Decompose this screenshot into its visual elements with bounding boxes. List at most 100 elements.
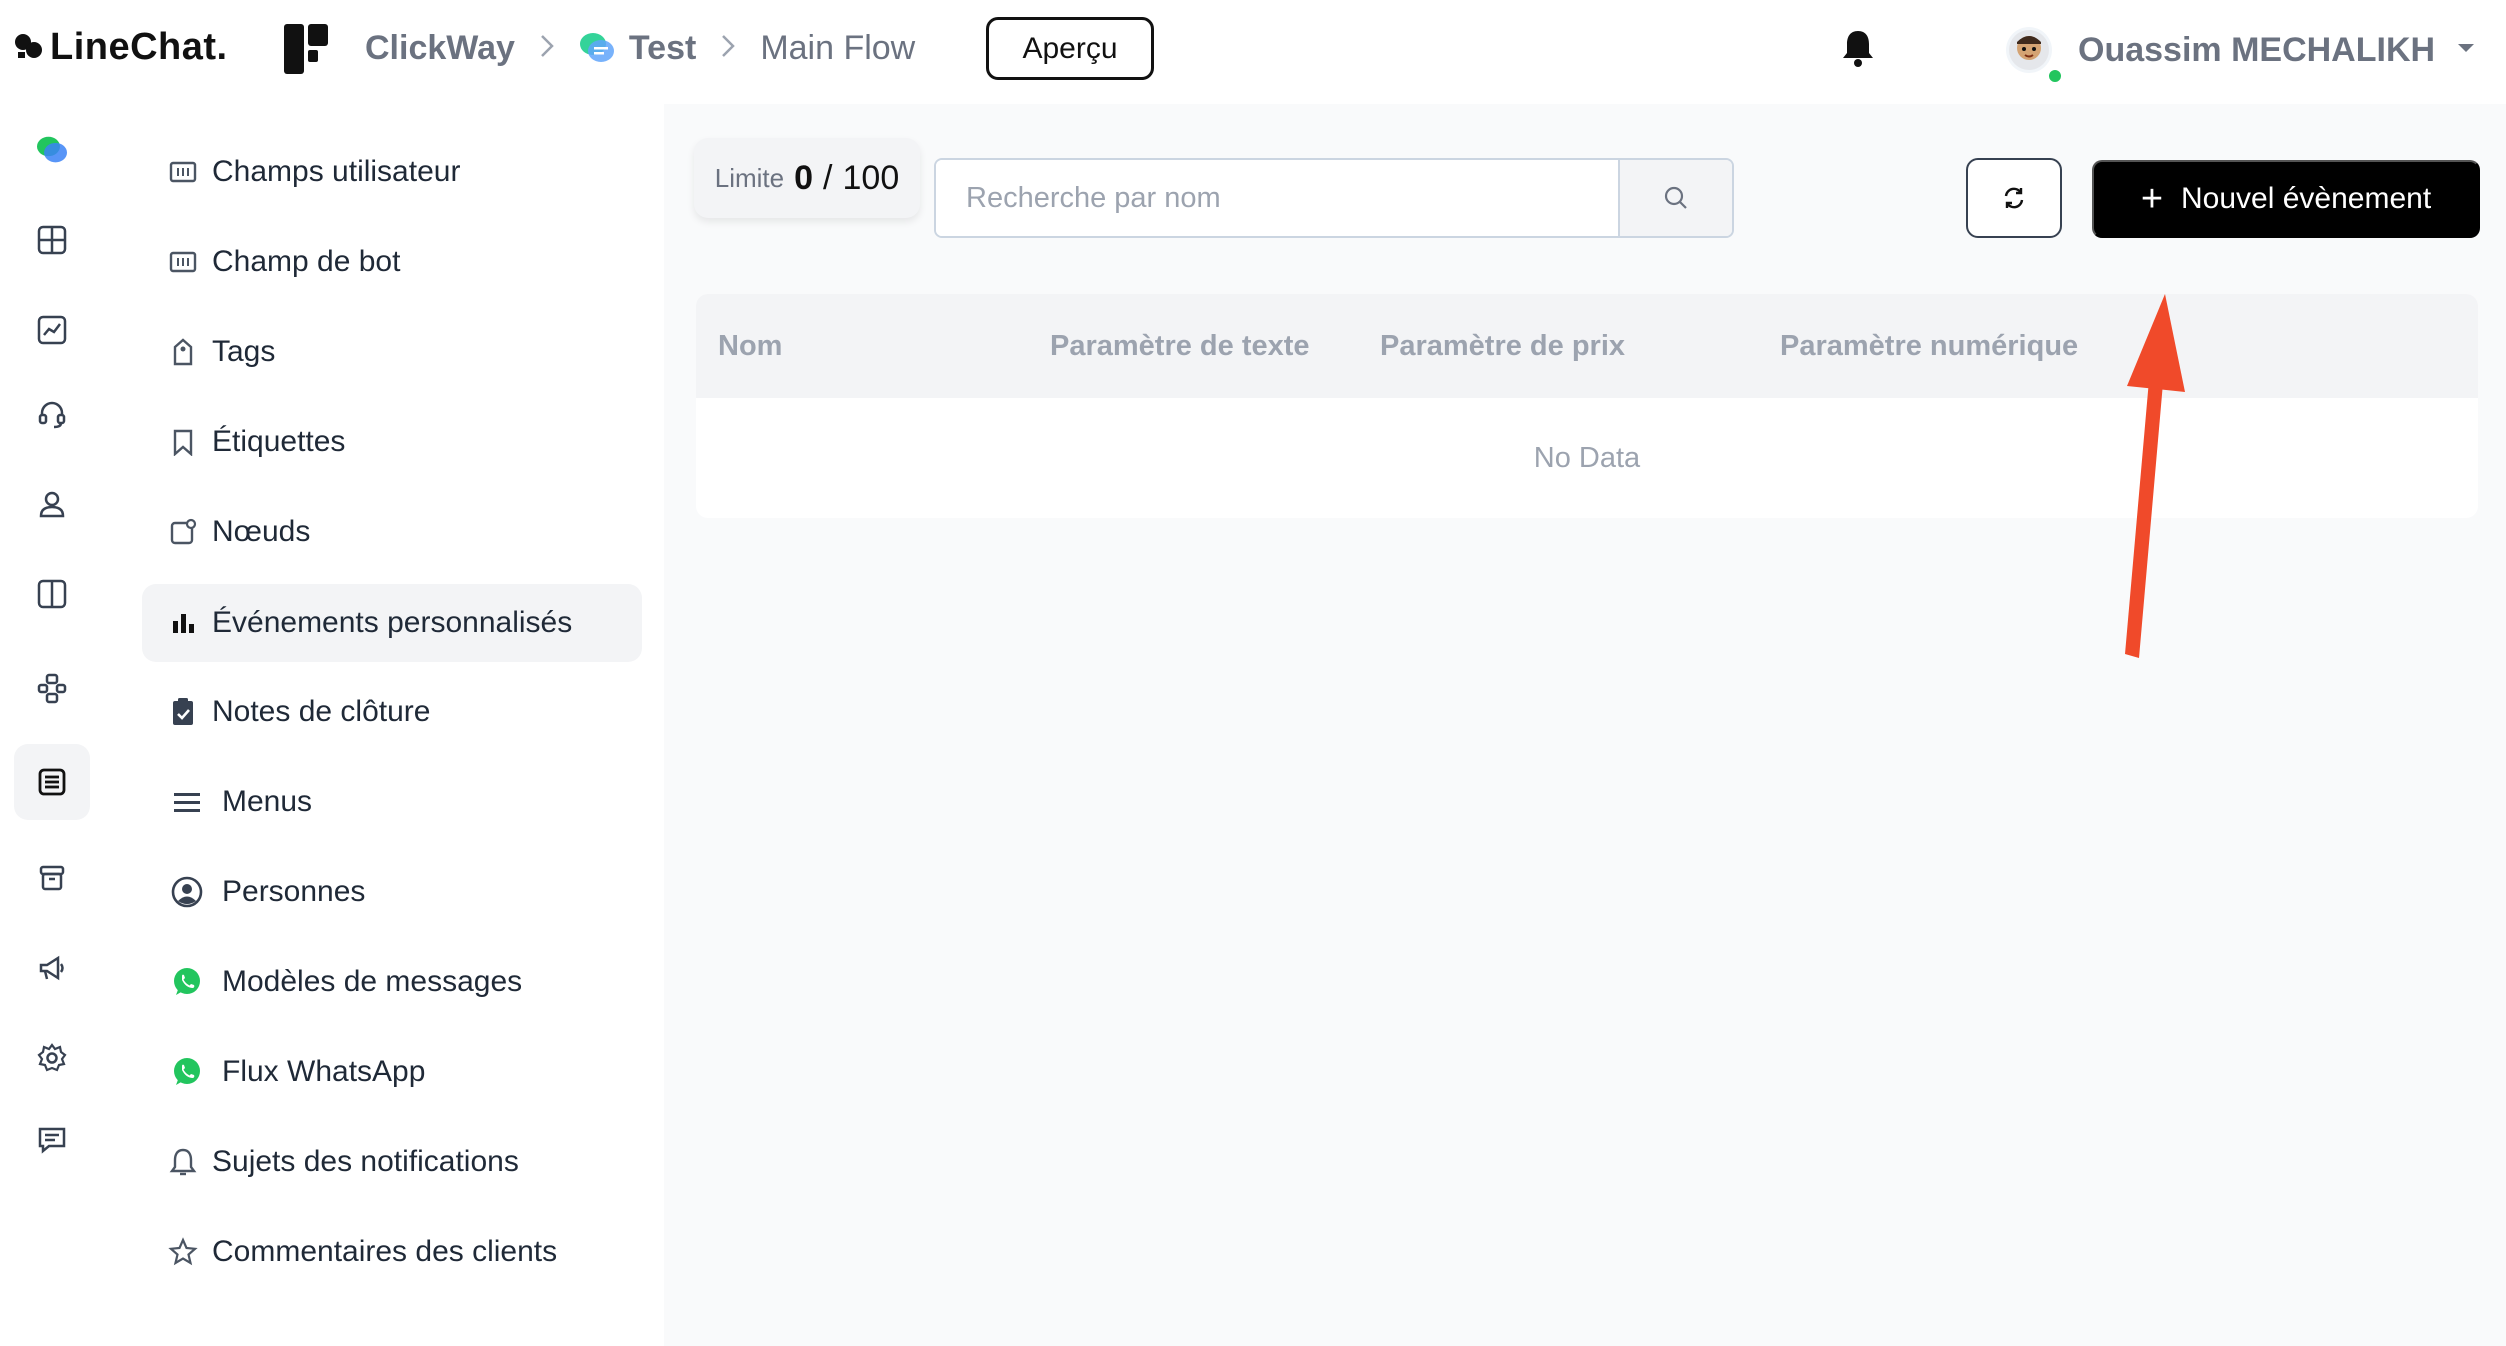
sidebar-item-label: Événements personnalisés: [212, 606, 573, 639]
main-content: Limite 0 / 100 + Nouvel évènement Nom Pa…: [664, 104, 2506, 1346]
sidebar-item-labels[interactable]: Étiquettes: [142, 403, 642, 481]
rail-analytics[interactable]: [14, 292, 90, 368]
dashboard-grid-icon: [37, 225, 67, 255]
sidebar-item-notification-topics[interactable]: Sujets des notifications: [142, 1123, 642, 1201]
online-status-dot: [2046, 67, 2064, 85]
sidebar-item-menus[interactable]: Menus: [142, 763, 642, 841]
brand-logo[interactable]: LineChat.: [14, 22, 228, 72]
search-input[interactable]: [936, 160, 1618, 236]
rail-content[interactable]: [14, 744, 90, 820]
rail-feedback[interactable]: [14, 1102, 90, 1178]
sidebar-item-label: Étiquettes: [212, 425, 346, 458]
search-button[interactable]: [1618, 160, 1732, 236]
sidebar-item-label: Modèles de messages: [222, 965, 523, 998]
breadcrumb-bot-label: Test: [628, 28, 697, 67]
sidebar-item-custom-events[interactable]: Événements personnalisés: [142, 584, 642, 662]
rail-settings[interactable]: [14, 1020, 90, 1096]
rail-archive[interactable]: [14, 840, 90, 916]
annotation-arrow-icon: [2125, 294, 2185, 658]
rail-support[interactable]: [14, 376, 90, 452]
workspace-logo-icon[interactable]: [284, 24, 330, 79]
tag-icon: [166, 335, 200, 369]
rail-broadcast[interactable]: [14, 930, 90, 1006]
plus-icon: +: [2140, 177, 2164, 220]
search-icon: [1664, 186, 1687, 209]
sidebar-item-customer-feedback[interactable]: Commentaires des clients: [142, 1213, 642, 1291]
top-bar: LineChat. ClickWay Test Main Flow Aperçu: [0, 0, 2506, 104]
sidebar-item-label: Commentaires des clients: [212, 1235, 558, 1268]
column-header-text-param[interactable]: Paramètre de texte: [1050, 294, 1310, 398]
sidebar-item-tags[interactable]: Tags: [142, 313, 642, 391]
clipboard-check-icon: [166, 695, 200, 729]
menu-lines-icon: [170, 785, 204, 819]
sidebar-item-closing-notes[interactable]: Notes de clôture: [142, 673, 642, 751]
empty-state: No Data: [1533, 441, 1641, 474]
chevron-right-icon: [539, 30, 555, 67]
breadcrumb-flow[interactable]: Main Flow: [760, 29, 915, 68]
settings-icon: [37, 1043, 67, 1072]
rail-flows[interactable]: [14, 650, 90, 726]
limit-separator: /: [823, 158, 833, 197]
column-header-numeric-param[interactable]: Paramètre numérique: [1780, 294, 2078, 398]
limit-max: 100: [842, 158, 900, 197]
table-header: Nom Paramètre de texte Paramètre de prix…: [696, 294, 2478, 398]
sidebar-item-whatsapp-flows[interactable]: Flux WhatsApp: [142, 1033, 642, 1111]
user-name: Ouassim MECHALIKH: [2078, 30, 2436, 69]
user-icon: [39, 491, 65, 518]
sidebar-item-label: Nœuds: [212, 515, 311, 548]
user-menu[interactable]: Ouassim MECHALIKH: [2006, 22, 2475, 85]
new-event-button[interactable]: + Nouvel évènement: [2092, 160, 2480, 238]
whatsapp-icon: [170, 965, 204, 999]
sidebar-item-label: Champs utilisateur: [212, 155, 461, 188]
limit-current: 0: [794, 158, 814, 197]
avatar: [2006, 27, 2064, 85]
archive-icon: [39, 865, 65, 891]
sidebar-item-people[interactable]: Personnes: [142, 853, 642, 931]
new-event-label: Nouvel évènement: [2181, 182, 2432, 215]
notification-bell-icon[interactable]: [1840, 28, 1876, 73]
sidebar-item-label: Flux WhatsApp: [222, 1055, 426, 1088]
breadcrumb-bot[interactable]: Test: [579, 29, 696, 68]
content-list-icon: [38, 768, 66, 796]
preview-button[interactable]: Aperçu: [986, 17, 1154, 80]
headset-icon: [38, 401, 66, 429]
chat-bubbles-icon: [37, 136, 67, 163]
search-box: [934, 158, 1734, 238]
brand-name: LineChat.: [50, 25, 228, 68]
icon-rail: [0, 104, 104, 1346]
message-icon: [38, 1127, 66, 1154]
rail-columns[interactable]: [14, 556, 90, 632]
chevron-down-icon: [2457, 41, 2475, 59]
chevron-right-icon: [720, 30, 736, 67]
column-header-name[interactable]: Nom: [718, 294, 782, 398]
limit-badge: Limite 0 / 100: [694, 138, 920, 218]
sidebar-item-message-templates[interactable]: Modèles de messages: [142, 943, 642, 1021]
bookmark-icon: [166, 425, 200, 459]
chat-bubbles-icon: [579, 33, 614, 62]
columns-icon: [37, 579, 67, 609]
limit-label: Limite: [714, 162, 785, 193]
analytics-chart-icon: [37, 315, 67, 345]
rail-users[interactable]: [14, 466, 90, 542]
sidebar-item-label: Menus: [222, 785, 313, 818]
breadcrumb: ClickWay Test Main Flow: [365, 24, 915, 72]
events-table: Nom Paramètre de texte Paramètre de prix…: [696, 294, 2478, 518]
sidebar-item-user-fields[interactable]: Champs utilisateur: [142, 133, 642, 211]
settings-sidebar: Champs utilisateur Champ de bot Tags Éti…: [104, 104, 664, 1346]
sidebar-item-nodes[interactable]: Nœuds: [142, 493, 642, 571]
breadcrumb-workspace[interactable]: ClickWay: [365, 29, 515, 68]
refresh-icon: [2004, 187, 2024, 209]
flow-nodes-icon: [37, 673, 67, 704]
linechat-logo-icon: [15, 34, 42, 58]
rail-chat-bubbles[interactable]: [14, 112, 90, 188]
sidebar-item-bot-fields[interactable]: Champ de bot: [142, 223, 642, 301]
sidebar-item-label: Personnes: [222, 875, 366, 908]
star-icon: [166, 1235, 200, 1269]
refresh-button[interactable]: [1966, 158, 2062, 238]
whatsapp-icon: [170, 1055, 204, 1089]
column-header-price-param[interactable]: Paramètre de prix: [1380, 294, 1625, 398]
sidebar-item-label: Sujets des notifications: [212, 1145, 519, 1178]
person-circle-icon: [170, 875, 204, 909]
rail-dashboard[interactable]: [14, 202, 90, 278]
field-icon: [166, 155, 200, 189]
